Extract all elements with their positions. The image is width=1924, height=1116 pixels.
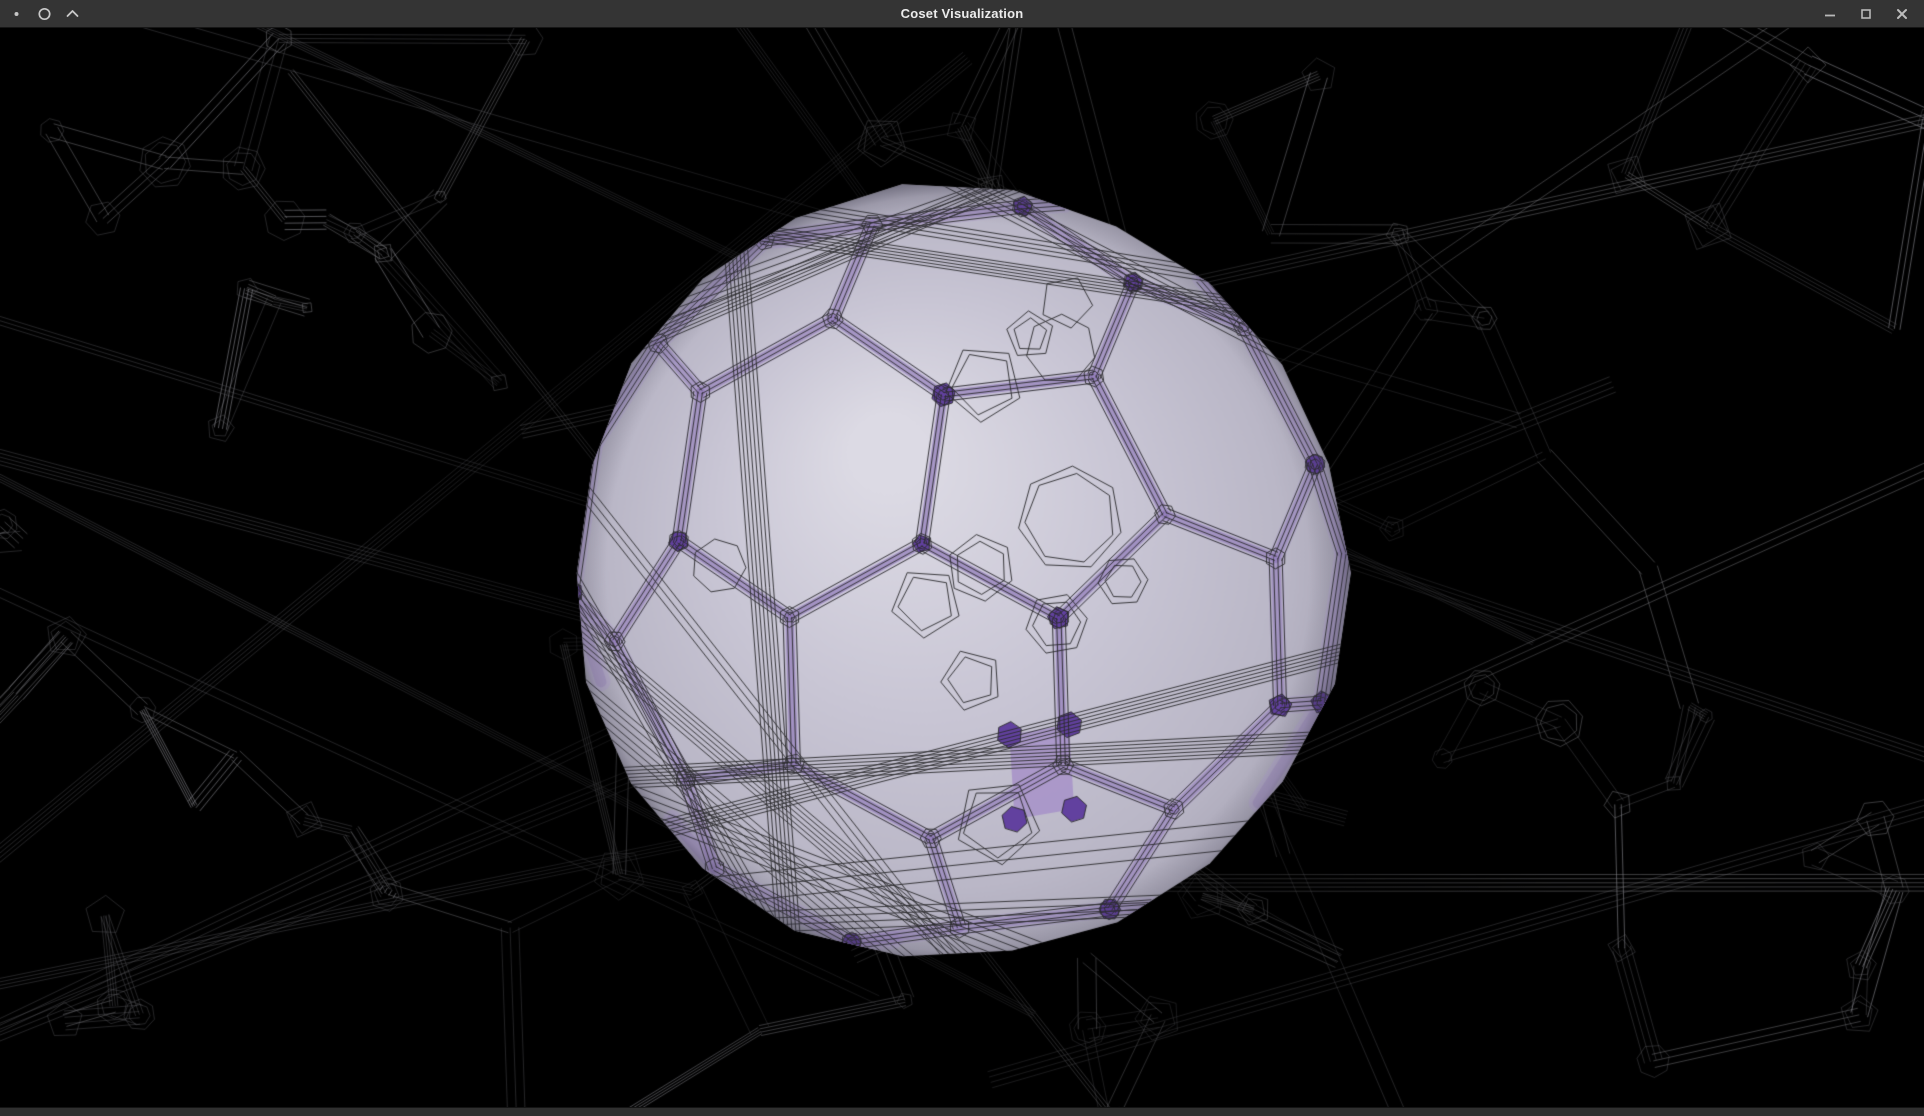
titlebar-left-controls	[0, 6, 80, 21]
titlebar: Coset Visualization	[0, 0, 1924, 28]
chevron-up-icon[interactable]	[65, 6, 80, 21]
app-window: Coset Visualization	[0, 0, 1924, 1114]
window-title: Coset Visualization	[0, 0, 1924, 27]
viewport-container	[0, 28, 1924, 1107]
window-bottom-border	[0, 1107, 1924, 1116]
status-dot-icon[interactable]	[9, 6, 24, 21]
minimize-icon[interactable]	[1822, 6, 1837, 21]
3d-viewport[interactable]	[0, 28, 1924, 1107]
close-icon[interactable]	[1894, 6, 1909, 21]
maximize-icon[interactable]	[1858, 6, 1873, 21]
circle-icon[interactable]	[37, 6, 52, 21]
titlebar-window-controls	[1822, 6, 1924, 21]
